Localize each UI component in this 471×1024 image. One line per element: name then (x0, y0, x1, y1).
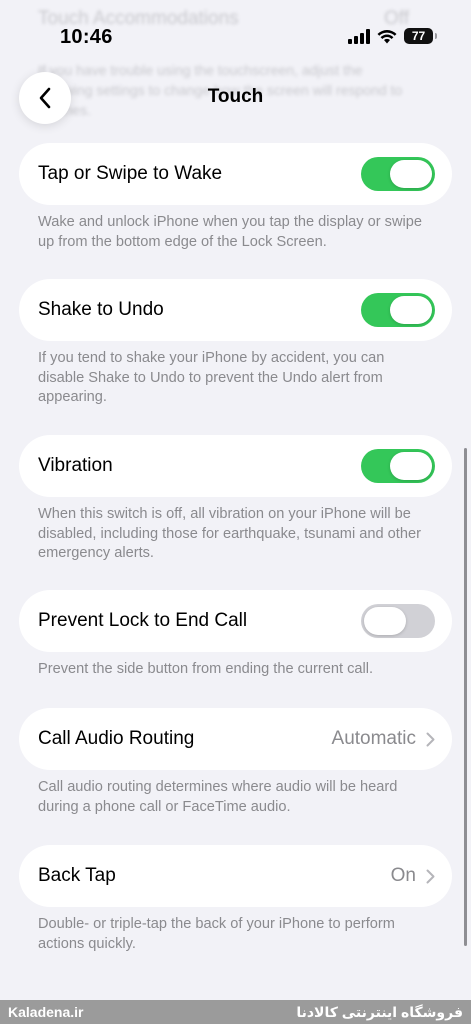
setting-label: Shake to Undo (38, 299, 164, 320)
setting-row-tap-to-wake[interactable]: Tap or Swipe to Wake (19, 143, 452, 205)
setting-row-back-tap[interactable]: Back Tap On (19, 845, 452, 907)
setting-row-prevent-lock[interactable]: Prevent Lock to End Call (19, 590, 452, 652)
setting-description: When this switch is off, all vibration o… (38, 506, 421, 561)
toggle-knob (390, 296, 432, 324)
battery-icon: 77 (404, 28, 437, 44)
setting-row-shake-to-undo[interactable]: Shake to Undo (19, 279, 452, 341)
setting-label: Back Tap (38, 865, 116, 886)
prevent-lock-toggle[interactable] (361, 604, 435, 638)
shake-to-undo-toggle[interactable] (361, 293, 435, 327)
toggle-knob (390, 160, 432, 188)
setting-label: Vibration (38, 455, 113, 476)
chevron-right-icon (426, 869, 435, 884)
setting-description: Wake and unlock iPhone when you tap the … (38, 214, 422, 250)
status-bar: 10:46 77 (0, 0, 471, 72)
setting-row-vibration[interactable]: Vibration (19, 435, 452, 497)
vibration-toggle[interactable] (361, 449, 435, 483)
watermark-left-text: Kaladena.ir (8, 1004, 84, 1020)
setting-description: Call audio routing determines where audi… (38, 779, 398, 815)
setting-description: Double- or triple-tap the back of your i… (38, 916, 395, 952)
cellular-signal-icon (348, 28, 370, 44)
setting-label: Tap or Swipe to Wake (38, 163, 223, 184)
setting-description: If you tend to shake your iPhone by acci… (38, 350, 385, 405)
setting-label: Call Audio Routing (38, 728, 195, 749)
setting-label: Prevent Lock to End Call (38, 610, 248, 631)
scroll-indicator[interactable] (464, 448, 467, 946)
watermark-right-text: فروشگاه اینترنتی کالادنا (296, 1003, 463, 1020)
toggle-knob (390, 452, 432, 480)
watermark-banner: Kaladena.ir فروشگاه اینترنتی کالادنا (0, 1000, 471, 1024)
status-time: 10:46 (60, 26, 113, 48)
page-title: Touch (207, 86, 264, 107)
toggle-knob (364, 607, 406, 635)
wifi-icon (377, 29, 397, 43)
setting-value: Automatic (331, 728, 416, 749)
setting-description: Prevent the side button from ending the … (38, 661, 374, 677)
setting-value: On (390, 865, 416, 886)
chevron-right-icon (426, 732, 435, 747)
status-icons: 77 (348, 28, 437, 44)
battery-level: 77 (411, 29, 426, 43)
setting-row-call-audio-routing[interactable]: Call Audio Routing Automatic (19, 708, 452, 770)
tap-to-wake-toggle[interactable] (361, 157, 435, 191)
